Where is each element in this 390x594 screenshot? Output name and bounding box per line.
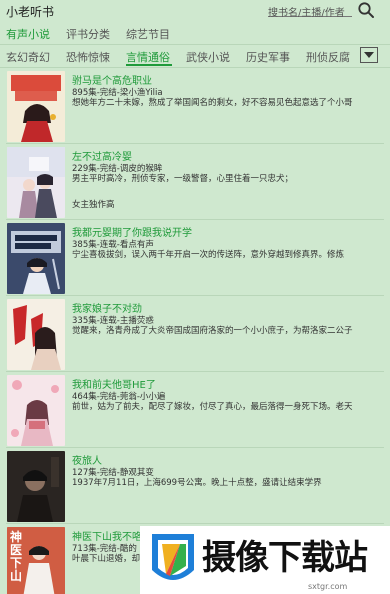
book-cover[interactable]: 神医下山 <box>7 527 65 594</box>
chevron-down-icon <box>364 52 374 58</box>
cover-title-text: 神医下山 <box>10 530 23 583</box>
book-title[interactable]: 我都元婴期了你跟我说开学 <box>72 224 192 239</box>
book-description: 宁尘喜极拔剑，误入两千年开启一次的传送阵，意外穿越到修真界。修炼 <box>72 250 345 260</box>
tab-romance[interactable]: 言情通俗 <box>126 49 170 65</box>
search-icon[interactable] <box>357 1 375 19</box>
tab-storytelling-categories[interactable]: 评书分类 <box>66 26 110 42</box>
primary-tabs: 有声小说 评书分类 综艺节目 <box>0 24 390 44</box>
book-title[interactable]: 我家娘子不对劲 <box>72 300 142 315</box>
book-cover[interactable] <box>7 375 65 446</box>
book-item[interactable]: 驸马是个高危职业 895集-完结-梁小渔Yilia 想她年方二十未嫁，熬成了举国… <box>0 68 390 144</box>
book-description: 前世，姑为了前夫，配尽了嫁妆，付尽了真心，最后落得一身死下场。老天 <box>72 402 353 412</box>
book-title[interactable]: 左不过高冷婴 <box>72 148 132 163</box>
book-cover[interactable] <box>7 71 65 142</box>
more-categories-button[interactable] <box>360 47 378 63</box>
cover-girl-red-dress-icon <box>7 71 65 142</box>
watermark-overlay: 摄像下载站 sxtgr.com <box>140 526 390 594</box>
cover-girl-pink-flowers-icon <box>7 375 65 446</box>
search-box[interactable] <box>268 1 352 21</box>
book-cover[interactable] <box>7 451 65 522</box>
book-cover[interactable] <box>7 299 65 370</box>
book-cover[interactable] <box>7 147 65 218</box>
book-cover[interactable] <box>7 223 65 294</box>
tab-history-military[interactable]: 历史军事 <box>246 49 290 65</box>
tab-horror[interactable]: 恐怖惊悚 <box>66 49 110 65</box>
tab-crime[interactable]: 刑侦反腐 <box>306 49 350 65</box>
tab-martial-arts[interactable]: 武侠小说 <box>186 49 230 65</box>
book-item[interactable]: 我都元婴期了你跟我说开学 385集-连载-看点有声 宁尘喜极拔剑，误入两千年开启… <box>0 220 390 296</box>
tab-variety-shows[interactable]: 综艺节目 <box>126 26 170 42</box>
watermark-text: 摄像下载站 <box>202 538 368 578</box>
book-description: 1937年7月11日，上海699号公寓。晚上十点整，盛请让结束学界 <box>72 478 322 488</box>
book-description: 想她年方二十未嫁，熬成了举国闻名的剩女，好不容易见色起意选了个小哥 <box>72 98 353 108</box>
book-description: 男主平时高冷，刑侦专家，一级警督，心里住着一只忠犬； 女主独作高 <box>72 174 294 210</box>
search-input[interactable] <box>268 6 352 21</box>
book-item[interactable]: 我和前夫他哥HE了 464集-完结-莞翁-小小遍 前世，姑为了前夫，配尽了嫁妆，… <box>0 372 390 448</box>
book-title[interactable]: 神医下山我不咯 <box>72 528 142 543</box>
book-item[interactable]: 夜旅人 127集-完结-静观其变 1937年7月11日，上海699号公寓。晚上十… <box>0 448 390 524</box>
watermark-logo-icon <box>152 534 194 580</box>
cover-dark-portrait-icon <box>7 451 65 522</box>
book-item[interactable]: 左不过高冷婴 229集-完结-调皮的猴眸 男主平时高冷，刑侦专家，一级警督，心里… <box>0 144 390 220</box>
secondary-tabs: 玄幻奇幻 恐怖惊悚 言情通俗 武侠小说 历史军事 刑侦反腐 <box>0 45 390 67</box>
book-title[interactable]: 夜旅人 <box>72 452 102 467</box>
tab-audiobook-novels[interactable]: 有声小说 <box>6 26 50 42</box>
cover-boy-sword-icon <box>7 223 65 294</box>
book-title[interactable]: 我和前夫他哥HE了 <box>72 376 156 391</box>
book-description: 觉醒来，洛青舟成了大炎帝国成国府洛家的一个小小庶子，为帮洛家二公子 <box>72 326 353 336</box>
app-title: 小老听书 <box>6 5 55 19</box>
watermark-url: sxtgr.com <box>308 582 348 591</box>
active-tab-indicator <box>126 64 172 66</box>
top-bar: 小老听书 <box>0 0 390 22</box>
book-title[interactable]: 驸马是个高危职业 <box>72 72 152 87</box>
cover-girl-red-ribbon-icon <box>7 299 65 370</box>
book-item[interactable]: 我家娘子不对劲 335集-连载-主播荧惑 觉醒来，洛青舟成了大炎帝国成国府洛家的… <box>0 296 390 372</box>
tab-fantasy[interactable]: 玄幻奇幻 <box>6 49 50 65</box>
cover-couple-sky-icon <box>7 147 65 218</box>
